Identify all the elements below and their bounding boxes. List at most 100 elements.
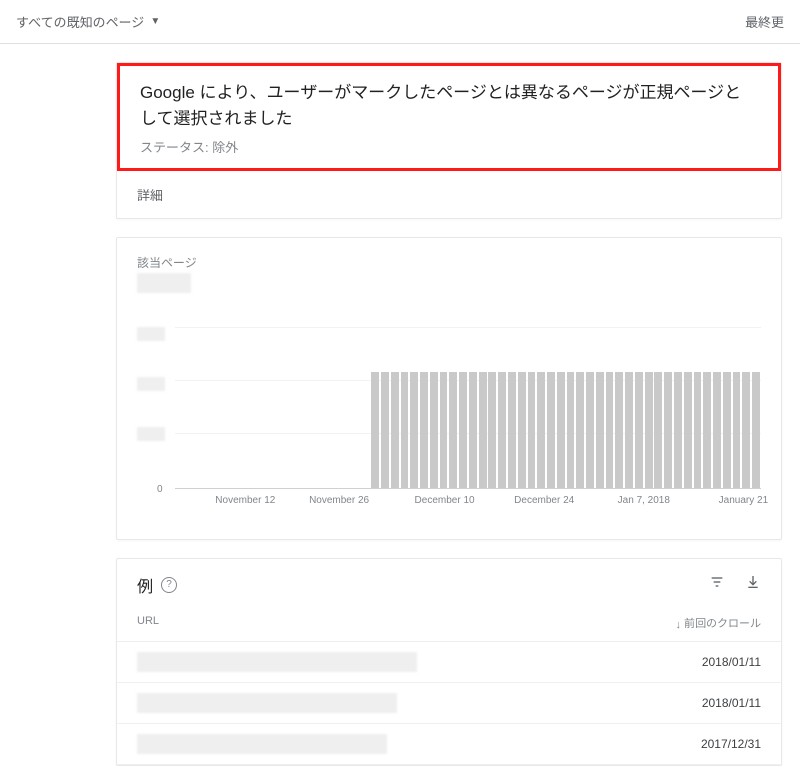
caret-down-icon: ▼ xyxy=(150,16,160,27)
status-highlight: Google により、ユーザーがマークしたページとは異なるページが正規ページとし… xyxy=(117,63,781,171)
chart-bar xyxy=(614,327,624,488)
chart-bar xyxy=(663,327,673,488)
chart-bar xyxy=(585,327,595,488)
chart-bar xyxy=(556,327,566,488)
chart-card: 該当ページ 0 November 12November 26December 1… xyxy=(116,237,782,540)
xaxis-tick: December 10 xyxy=(415,495,475,506)
xaxis-tick: January 21 xyxy=(719,495,768,506)
chart-bar xyxy=(390,327,400,488)
topbar: すべての既知のページ ▼ 最終更 xyxy=(0,0,800,44)
chart-bar xyxy=(448,327,458,488)
chart-bar xyxy=(282,327,292,488)
table-row[interactable]: 2018/01/11 xyxy=(117,642,781,683)
col-date-label: 前回のクロール xyxy=(684,618,761,630)
examples-actions xyxy=(709,574,761,595)
chart-bars xyxy=(175,327,761,488)
chart-bar xyxy=(468,327,478,488)
chart-bar xyxy=(478,327,488,488)
chart-bar xyxy=(605,327,615,488)
sort-desc-icon: ↓ xyxy=(675,619,681,631)
xaxis-tick: November 26 xyxy=(309,495,369,506)
page-filter-dropdown[interactable]: すべての既知のページ ▼ xyxy=(16,12,160,31)
chart-bar xyxy=(654,327,664,488)
chart-bar xyxy=(507,327,517,488)
chart-bar xyxy=(458,327,468,488)
detail-link[interactable]: 詳細 xyxy=(117,171,781,218)
chart-bar xyxy=(683,327,693,488)
crawl-date: 2018/01/11 xyxy=(702,696,761,710)
download-icon[interactable] xyxy=(745,574,761,595)
chart-bar xyxy=(732,327,742,488)
col-date-header[interactable]: ↓ 前回のクロール xyxy=(675,615,761,631)
chart-bar xyxy=(331,327,341,488)
chart-bar xyxy=(741,327,751,488)
chart-bar xyxy=(722,327,732,488)
chart-bar xyxy=(253,327,263,488)
filter-icon[interactable] xyxy=(709,574,725,595)
chart-bar xyxy=(292,327,302,488)
chart-bar xyxy=(566,327,576,488)
table-row[interactable]: 2018/01/11 xyxy=(117,683,781,724)
chart-bar xyxy=(204,327,214,488)
examples-header: 例 ? xyxy=(117,559,781,605)
chart-plot xyxy=(175,327,761,489)
chart-bar xyxy=(595,327,605,488)
chart-bar xyxy=(546,327,556,488)
yaxis-tick-redacted xyxy=(137,377,165,391)
yaxis-tick-redacted xyxy=(137,427,165,441)
chart-bar xyxy=(439,327,449,488)
chart-bar xyxy=(527,327,537,488)
chart-bar xyxy=(497,327,507,488)
status-title-prefix: Google xyxy=(140,83,195,102)
chart-bar xyxy=(321,327,331,488)
chart-bar xyxy=(634,327,644,488)
chart-bar xyxy=(195,327,205,488)
chart-bar xyxy=(419,327,429,488)
chart-bar xyxy=(380,327,390,488)
chart-bar xyxy=(263,327,273,488)
chart-bar xyxy=(693,327,703,488)
chart-bar xyxy=(536,327,546,488)
chart-total-redacted xyxy=(137,273,191,293)
chart-bar xyxy=(214,327,224,488)
chart-bar xyxy=(624,327,634,488)
table-row[interactable]: 2017/12/31 xyxy=(117,724,781,765)
help-icon[interactable]: ? xyxy=(161,577,177,593)
examples-title: 例 xyxy=(137,573,153,597)
chart-bar xyxy=(702,327,712,488)
yaxis-zero-label: 0 xyxy=(157,484,163,495)
status-title-rest: により、ユーザーがマークしたページとは異なるページが正規ページとして選択されまし… xyxy=(140,83,741,128)
chart-bar xyxy=(488,327,498,488)
chart-bar xyxy=(243,327,253,488)
page-filter-label: すべての既知のページ xyxy=(16,12,144,31)
chart-bar xyxy=(302,327,312,488)
col-url-header[interactable]: URL xyxy=(137,615,675,631)
chart-bar xyxy=(273,327,283,488)
crawl-date: 2018/01/11 xyxy=(702,655,761,669)
chart-bar xyxy=(409,327,419,488)
chart-bar xyxy=(751,327,761,488)
chart-bar xyxy=(644,327,654,488)
chart-bar xyxy=(517,327,527,488)
chart-bar xyxy=(712,327,722,488)
chart-bar xyxy=(234,327,244,488)
url-redacted xyxy=(137,693,397,713)
chart-section-label: 該当ページ xyxy=(137,254,761,271)
chart-bar xyxy=(673,327,683,488)
chart-bar xyxy=(224,327,234,488)
url-redacted xyxy=(137,734,387,754)
chart-bar xyxy=(185,327,195,488)
chart-bar xyxy=(175,327,185,488)
examples-card: 例 ? URL ↓ 前回のクロール 2018/01/112018/01/1120… xyxy=(116,558,782,766)
examples-table-head: URL ↓ 前回のクロール xyxy=(117,605,781,642)
status-title: Google により、ユーザーがマークしたページとは異なるページが正規ページとし… xyxy=(140,80,758,133)
status-subtitle: ステータス: 除外 xyxy=(140,137,758,156)
chart-bar xyxy=(361,327,371,488)
crawl-date: 2017/12/31 xyxy=(701,737,761,751)
content: Google により、ユーザーがマークしたページとは異なるページが正規ページとし… xyxy=(0,62,800,766)
chart-bar xyxy=(312,327,322,488)
chart-bar xyxy=(370,327,380,488)
chart-bar xyxy=(575,327,585,488)
last-update-label: 最終更 xyxy=(745,12,784,31)
examples-rows: 2018/01/11 2018/01/11 2017/12/31 xyxy=(117,642,781,765)
